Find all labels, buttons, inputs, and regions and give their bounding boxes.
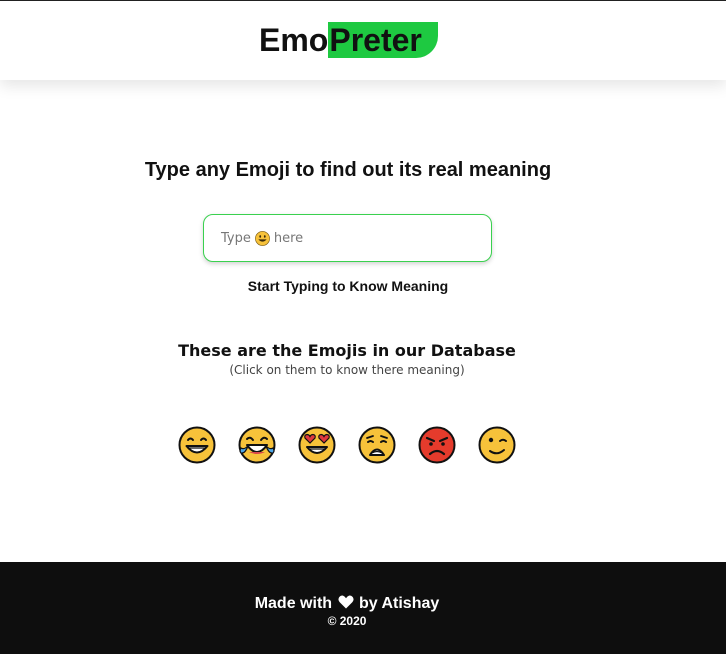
database-title: These are the Emojis in our Database — [178, 341, 516, 360]
logo-text-emo: Emo — [259, 22, 329, 58]
heart-icon — [337, 595, 354, 609]
page-heading: Type any Emoji to find out its real mean… — [144, 159, 552, 181]
main-content: Type any Emoji to find out its real mean… — [0, 80, 726, 562]
site-logo[interactable]: EmoPreter — [259, 21, 438, 59]
winking-face-icon[interactable] — [478, 426, 516, 464]
angry-face-icon[interactable] — [418, 426, 456, 464]
footer-credit: Made with by Atishay — [0, 595, 694, 613]
footer-author: by Atishay — [358, 595, 440, 612]
heart-eyes-icon[interactable] — [298, 426, 336, 464]
weary-face-icon[interactable] — [358, 426, 396, 464]
logo-text-preter: Preter — [328, 22, 438, 58]
grinning-face-icon[interactable] — [178, 426, 216, 464]
emoji-input-field[interactable]: Type here — [203, 214, 492, 262]
footer-copyright: © 2020 — [327, 614, 367, 628]
footer-made-with: Made with — [254, 595, 333, 612]
emoji-list — [178, 426, 538, 464]
site-header: EmoPreter — [0, 1, 726, 80]
input-placeholder-after: here — [273, 230, 304, 246]
meaning-output: Start Typing to Know Meaning — [247, 278, 449, 294]
input-placeholder-before: Type — [221, 230, 251, 246]
site-footer: Made with by Atishay © 2020 — [0, 562, 726, 654]
grinning-face-icon — [254, 230, 270, 246]
database-subtitle: (Click on them to know there meaning) — [229, 363, 465, 377]
tears-of-joy-icon[interactable] — [238, 426, 276, 464]
